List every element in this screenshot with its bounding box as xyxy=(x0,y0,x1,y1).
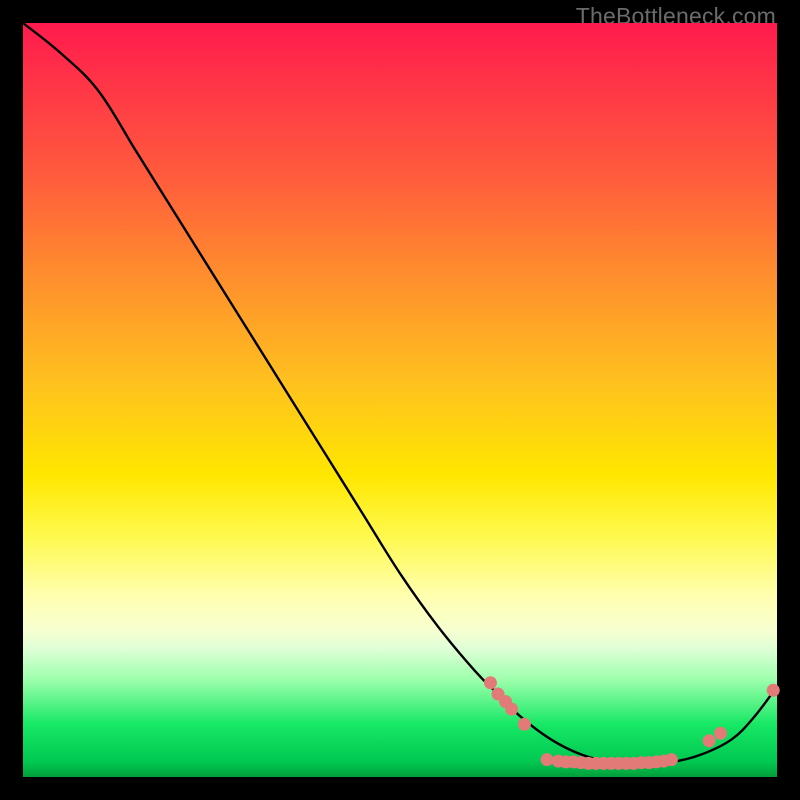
dot xyxy=(767,684,780,697)
dot xyxy=(505,703,518,716)
plot-area xyxy=(23,23,777,777)
chart-stage: TheBottleneck.com xyxy=(0,0,800,800)
dot xyxy=(665,753,678,766)
highlight-dots xyxy=(484,676,780,770)
curve-layer xyxy=(23,23,777,777)
bottleneck-curve xyxy=(23,23,777,763)
dot xyxy=(703,734,716,747)
dot xyxy=(541,753,554,766)
dot xyxy=(518,718,531,731)
dot xyxy=(484,676,497,689)
dot xyxy=(714,727,727,740)
